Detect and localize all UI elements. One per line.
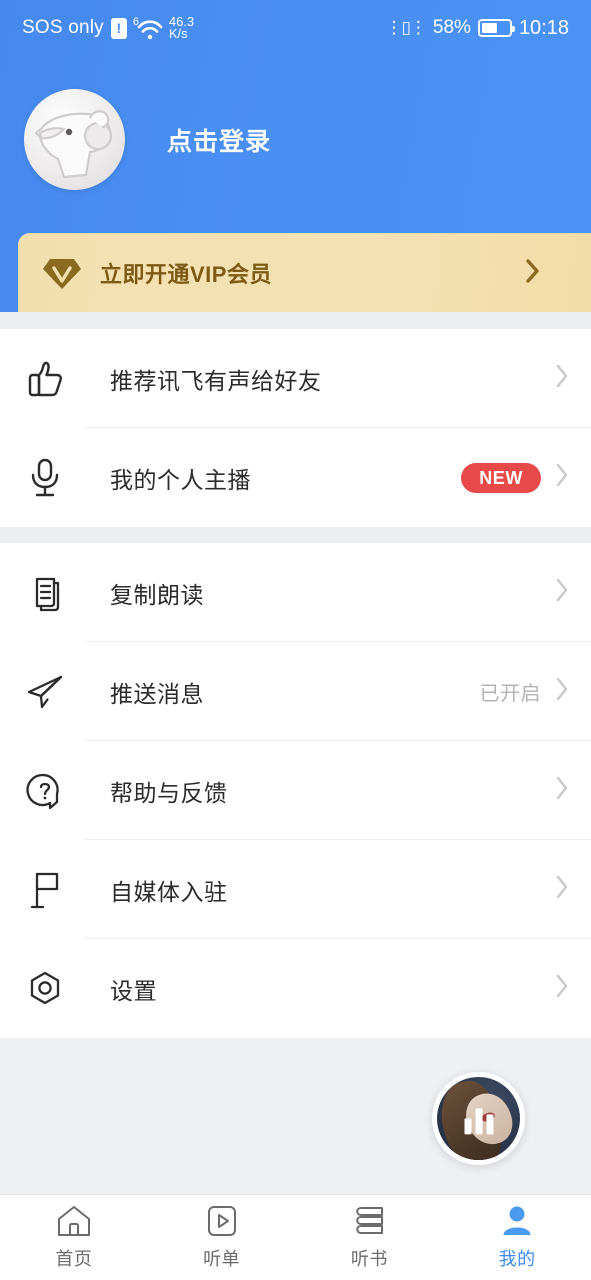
question-circle-icon bbox=[24, 770, 66, 812]
menu-item-label: 设置 bbox=[110, 977, 157, 1004]
network-speed: 46.3 K/s bbox=[168, 15, 194, 41]
status-badge: NEW bbox=[461, 462, 541, 493]
chevron-right-icon bbox=[555, 973, 569, 1004]
menu-item-right: 已开启 bbox=[480, 676, 570, 707]
chevron-right-icon bbox=[555, 462, 569, 493]
menu-section-promote: 推荐讯飞有声给好友 我的个人主播 NEW bbox=[0, 329, 591, 527]
login-label[interactable]: 点击登录 bbox=[167, 122, 271, 158]
flag-icon bbox=[24, 869, 66, 911]
playlist-icon bbox=[205, 1204, 239, 1238]
clock-label: 10:18 bbox=[518, 16, 569, 39]
menu-item-label: 自媒体入驻 bbox=[110, 878, 228, 905]
menu-item-label: 推荐讯飞有声给好友 bbox=[110, 367, 322, 394]
battery-percent-label: 58% bbox=[432, 17, 471, 38]
battery-icon bbox=[477, 19, 515, 37]
person-icon bbox=[500, 1204, 534, 1238]
menu-item-help-feedback[interactable]: 帮助与反馈 bbox=[0, 741, 591, 840]
profile-header: SOS only ! 6 46.3 K/s ⋮▯⋮ 58% 10:18 点击登录… bbox=[0, 0, 591, 313]
chevron-right-icon bbox=[555, 676, 569, 707]
wifi-icon: 6 bbox=[133, 16, 163, 40]
section-gap-top bbox=[0, 312, 591, 329]
tab-label: 听书 bbox=[350, 1249, 388, 1269]
menu-item-label: 帮助与反馈 bbox=[110, 779, 228, 806]
tab-label: 首页 bbox=[55, 1249, 93, 1269]
settings-hexagon-icon bbox=[24, 968, 66, 1010]
section-gap-middle bbox=[0, 527, 591, 543]
book-icon bbox=[351, 1204, 387, 1238]
menu-section-tools: 复制朗读 推送消息 已开启 帮助与反馈 自媒体入驻 设置 bbox=[0, 543, 591, 1038]
menu-item-right bbox=[555, 577, 569, 608]
tab-label: 听单 bbox=[203, 1249, 241, 1269]
status-bar: SOS only ! 6 46.3 K/s ⋮▯⋮ 58% 10:18 bbox=[0, 0, 591, 56]
copy-read-icon bbox=[24, 572, 66, 614]
paper-plane-icon bbox=[24, 671, 66, 713]
status-bar-left: SOS only ! 6 46.3 K/s bbox=[22, 15, 194, 41]
menu-item-label: 我的个人主播 bbox=[110, 466, 251, 493]
vip-banner-label: 立即开通VIP会员 bbox=[100, 262, 272, 287]
vip-banner[interactable]: 立即开通VIP会员 bbox=[18, 233, 591, 313]
menu-item-settings[interactable]: 设置 bbox=[0, 939, 591, 1038]
vibrate-icon: ⋮▯⋮ bbox=[385, 18, 427, 37]
menu-item-recommend[interactable]: 推荐讯飞有声给好友 bbox=[0, 329, 591, 428]
tab-home[interactable]: 首页 bbox=[0, 1204, 148, 1271]
chevron-right-icon bbox=[555, 874, 569, 905]
menu-item-value: 已开启 bbox=[479, 683, 541, 705]
bottom-tabbar: 首页 听单 听书 我的 bbox=[0, 1194, 591, 1280]
tab-book[interactable]: 听书 bbox=[296, 1204, 444, 1271]
chevron-right-icon bbox=[555, 775, 569, 806]
profile-login-area[interactable]: 点击登录 bbox=[24, 89, 271, 190]
mini-player-artwork bbox=[437, 1077, 520, 1160]
thumbs-up-icon bbox=[24, 358, 66, 400]
menu-item-right bbox=[555, 973, 569, 1004]
tab-label: 我的 bbox=[498, 1249, 536, 1269]
chevron-right-icon bbox=[555, 363, 569, 394]
home-icon bbox=[56, 1204, 92, 1238]
app-screen: SOS only ! 6 46.3 K/s ⋮▯⋮ 58% 10:18 点击登录… bbox=[0, 0, 591, 1280]
menu-item-right bbox=[555, 775, 569, 806]
menu-item-label: 推送消息 bbox=[110, 680, 204, 707]
menu-item-right bbox=[555, 874, 569, 905]
vip-chevron-right-icon bbox=[525, 258, 541, 289]
menu-item-media-join[interactable]: 自媒体入驻 bbox=[0, 840, 591, 939]
tab-mine[interactable]: 我的 bbox=[443, 1204, 591, 1271]
chevron-right-icon bbox=[555, 577, 569, 608]
floating-mini-player[interactable] bbox=[432, 1072, 525, 1165]
menu-item-right bbox=[555, 363, 569, 394]
status-bar-right: ⋮▯⋮ 58% 10:18 bbox=[386, 17, 569, 40]
avatar[interactable] bbox=[24, 89, 125, 190]
tab-playlist[interactable]: 听单 bbox=[148, 1204, 296, 1271]
vip-diamond-icon bbox=[43, 259, 81, 289]
carrier-label: SOS only bbox=[22, 17, 104, 38]
alert-icon: ! bbox=[110, 17, 127, 39]
menu-item-copy-read[interactable]: 复制朗读 bbox=[0, 543, 591, 642]
menu-item-my-anchor[interactable]: 我的个人主播 NEW bbox=[0, 428, 591, 527]
microphone-icon bbox=[24, 457, 66, 499]
menu-item-right: NEW bbox=[461, 462, 569, 493]
menu-item-label: 复制朗读 bbox=[110, 581, 204, 608]
network-speed-unit: K/s bbox=[168, 26, 188, 41]
menu-item-push-message[interactable]: 推送消息 已开启 bbox=[0, 642, 591, 741]
playing-bars-icon bbox=[464, 1106, 493, 1134]
